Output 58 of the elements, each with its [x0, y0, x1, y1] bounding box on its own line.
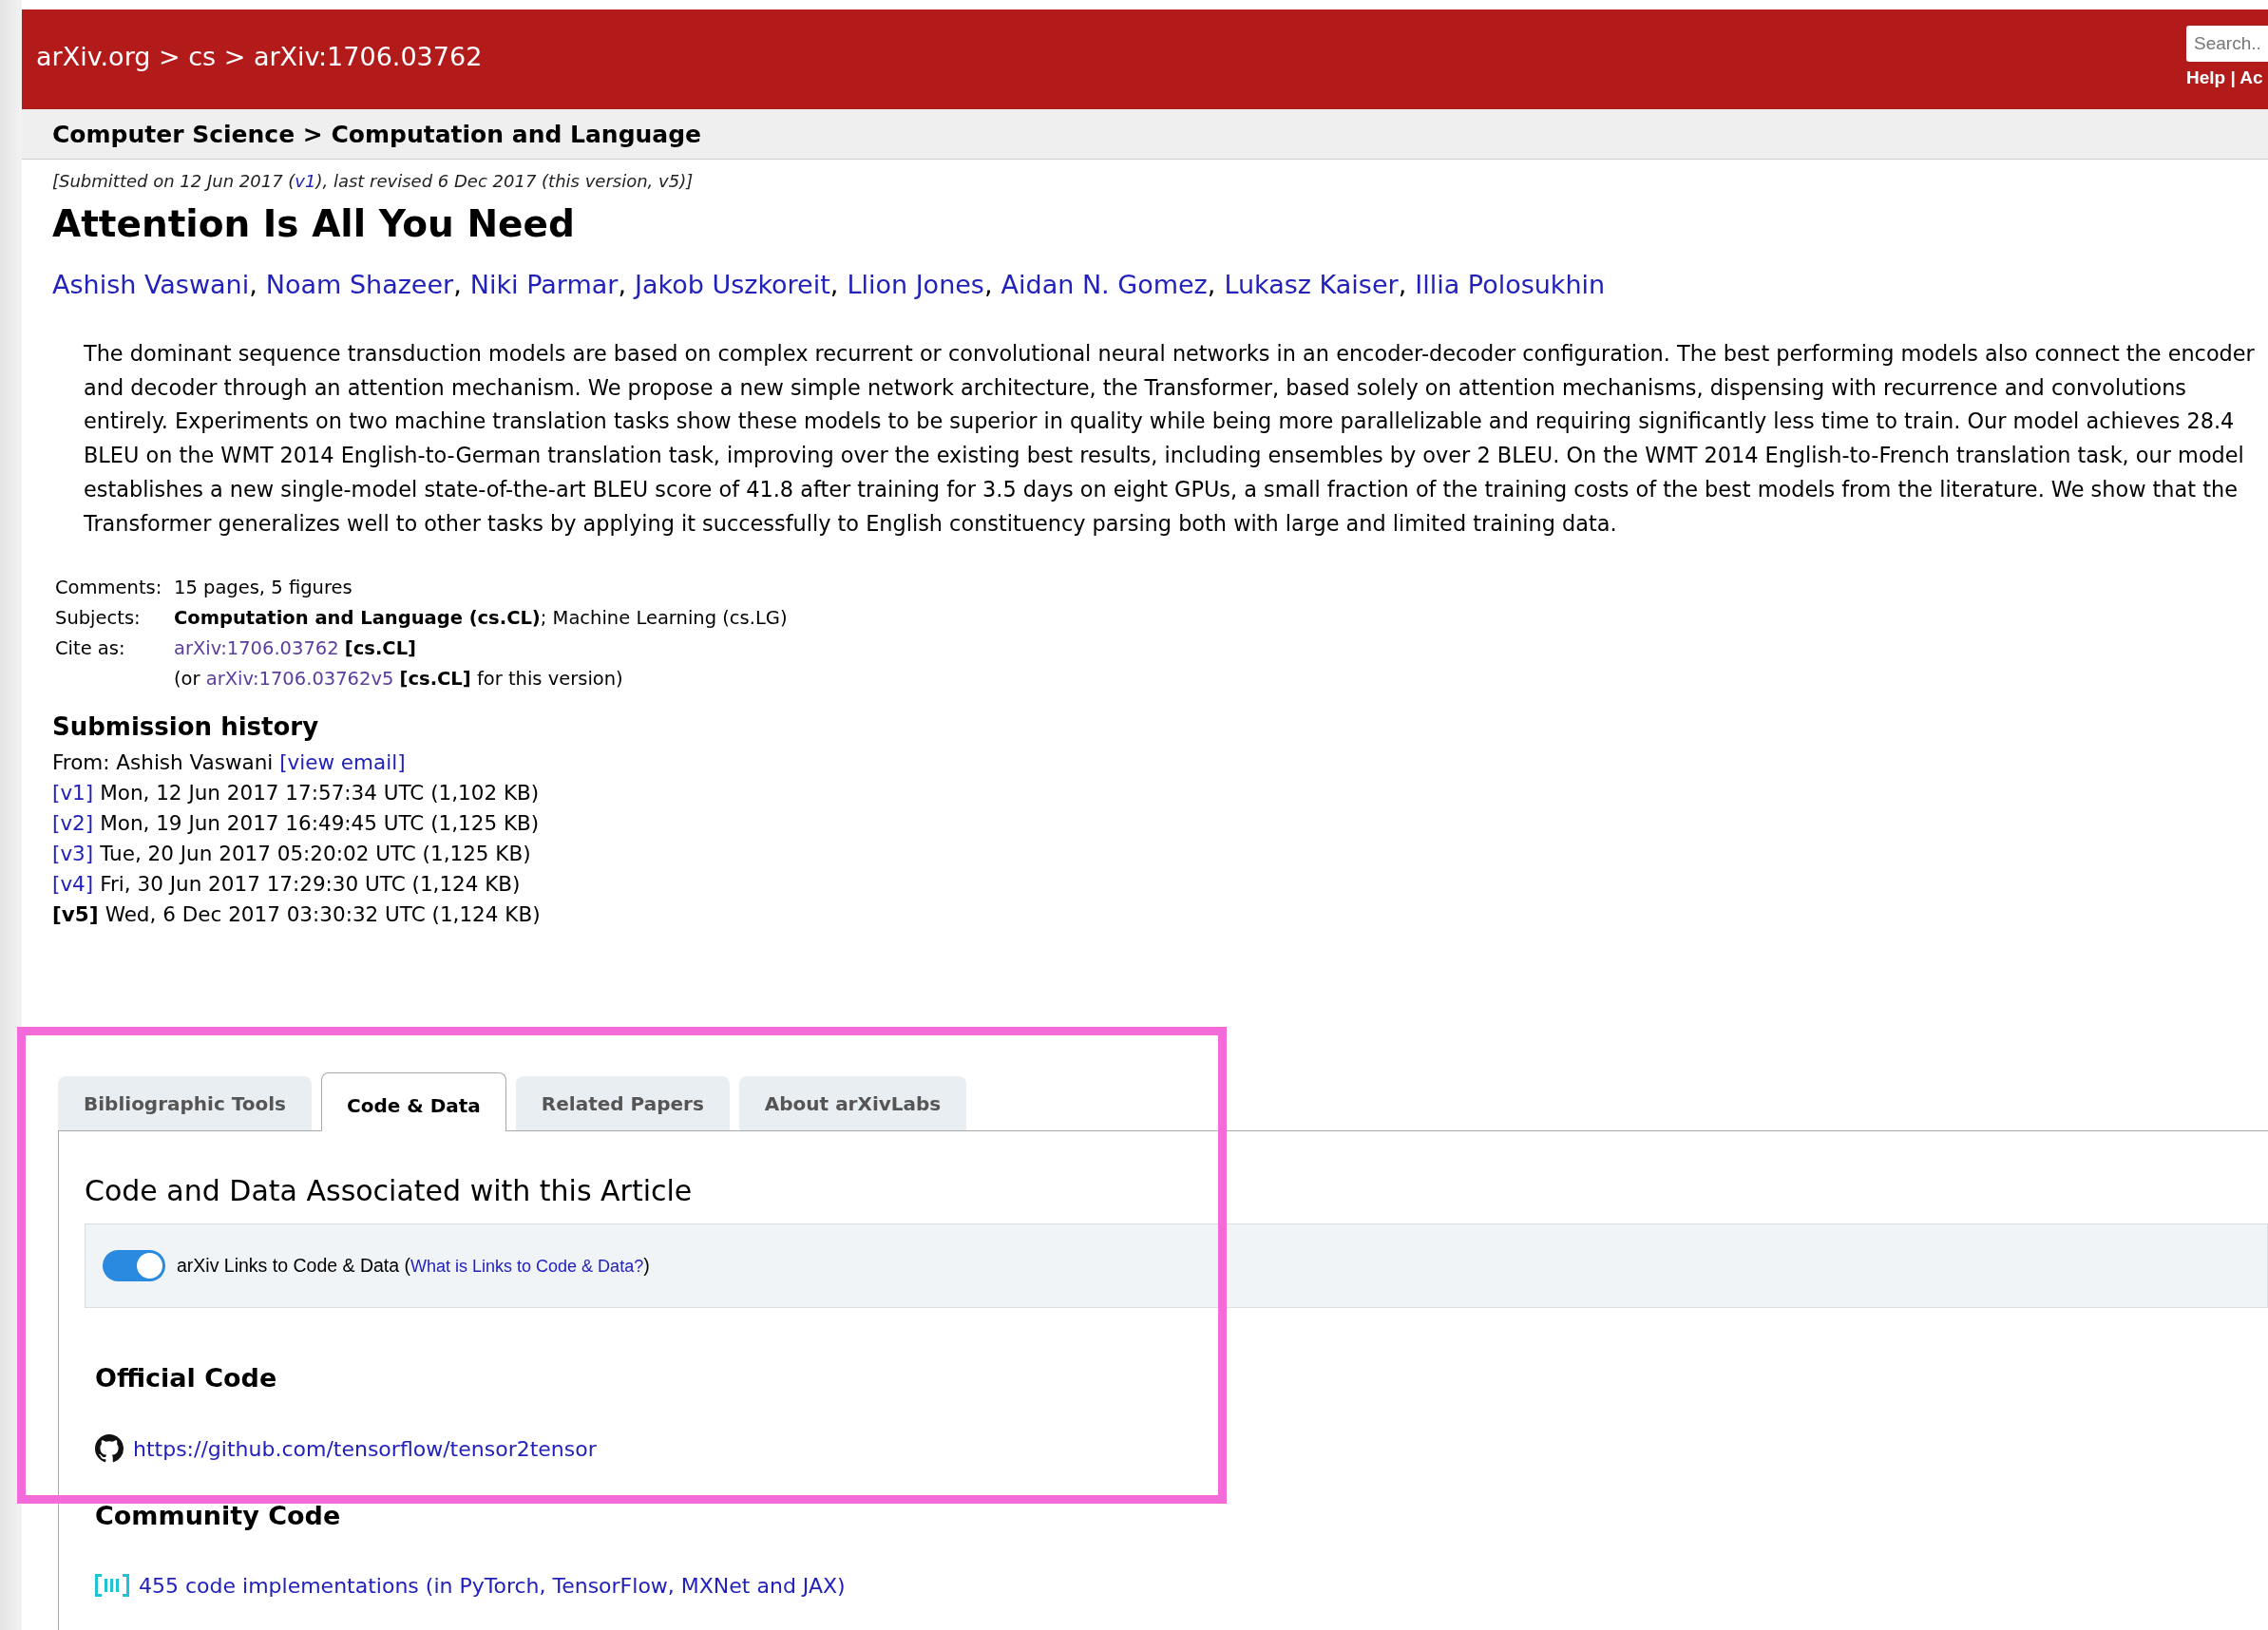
- header-links[interactable]: Help | Ac: [2186, 67, 2263, 88]
- author-link[interactable]: Lukasz Kaiser: [1224, 270, 1399, 299]
- field-label: Cite as:: [55, 636, 126, 662]
- toggle-label: arXiv Links to Code & Data (What is Links to Code & Data?): [177, 1255, 650, 1278]
- abstract: The dominant sequence transduction models are based on complex recurrent or convolutional neural networks in an encoder-decoder configuration. The best performing models also connect the encoder and decoder through an attention mechanism. We propose a new simple network architecture, the Transformer, based solely on attention mechanisms, dispensing with recurrence and convolutions entirely. Experiments on two machine translation tasks show these models to be superior in quality while being more parallelizable and requiring significantly less time to train. Our model achieves 28.4 BLEU on the WMT 2014 English-to-German translation task, improving over the existing best results, including ensembles by over 2 BLEU. On the WMT 2014 English-to-French translation task, our model establishes a new single-model state-of-the-art BLEU score of 41.8 after training for 3.5 days on eight GPUs, a small fraction of the training costs of the best models from the literature. We show that the Transformer generalizes well to other tasks by applying it successfully to English constituency parsing both with large and limited training data.: [84, 340, 2256, 538]
- panel-heading: Code and Data Associated with this Article: [85, 1174, 694, 1208]
- separator: ,: [1207, 270, 1216, 299]
- section-heading: Submission history: [52, 711, 320, 743]
- author-link[interactable]: Jakob Uszkoreit: [634, 270, 830, 299]
- arxiv-link[interactable]: arXiv:1706.03762v5: [205, 668, 394, 691]
- repository-link[interactable]: https://github.com/tensorflow/tensor2tensor: [133, 1436, 597, 1461]
- separator: ,: [453, 270, 462, 299]
- bars-icon: [95, 1572, 129, 1600]
- author-link[interactable]: Ashish Vaswani: [52, 270, 250, 299]
- version-date: Tue, 20 Jun 2017 05:20:02 UTC (1,125 KB): [100, 841, 531, 868]
- version-date: Fri, 30 Jun 2017 17:29:30 UTC (1,124 KB): [100, 871, 521, 899]
- author-link[interactable]: Niki Parmar: [469, 270, 619, 299]
- breadcrumb[interactable]: arXiv.org > cs > arXiv:1706.03762: [36, 42, 483, 71]
- author-link[interactable]: Illia Polosukhin: [1415, 270, 1606, 299]
- toggle-switch[interactable]: [103, 1250, 165, 1282]
- field-value: 15 pages, 5 figures: [174, 576, 353, 601]
- github-cat-icon: [95, 1434, 124, 1464]
- section-heading: Official Code: [95, 1363, 278, 1393]
- implementations-link[interactable]: 455 code implementations (in PyTorch, TensorFlow, MXNet and JAX): [139, 1573, 846, 1598]
- author-link[interactable]: Llion Jones: [847, 270, 984, 299]
- version-link[interactable]: [v3]: [52, 839, 94, 870]
- submission-date: [Submitted on 12 Jun 2017 (v1), last revised 6 Dec 2017 (this version, v5)]: [52, 171, 695, 191]
- field-value: Computation and Language (cs.CL); Machine Learning (cs.LG): [174, 606, 788, 632]
- tab[interactable]: About arXivLabs: [738, 1076, 967, 1131]
- tab[interactable]: Code & Data: [321, 1072, 506, 1132]
- separator: ,: [249, 270, 257, 299]
- tab[interactable]: Related Papers: [515, 1076, 730, 1131]
- separator: ,: [1398, 270, 1407, 299]
- separator: ,: [618, 270, 626, 299]
- separator: ,: [983, 270, 993, 299]
- version-label: [v5]: [52, 901, 99, 929]
- section-heading: Community Code: [95, 1501, 342, 1531]
- version-link[interactable]: [v1]: [52, 778, 94, 809]
- email-link[interactable]: [view email]: [279, 750, 406, 775]
- separator: ,: [829, 270, 839, 299]
- search-field[interactable]: Search..: [2186, 26, 2268, 62]
- version-date: Mon, 12 Jun 2017 17:57:34 UTC (1,102 KB): [100, 780, 540, 807]
- field-label: Comments:: [55, 576, 163, 601]
- tab[interactable]: Bibliographic Tools: [58, 1076, 312, 1131]
- author-link[interactable]: Aidan N. Gomez: [1001, 270, 1208, 299]
- version-link[interactable]: [v4]: [52, 869, 94, 900]
- category-breadcrumb: Computer Science > Computation and Language: [22, 109, 2268, 160]
- arxiv-link[interactable]: arXiv:1706.03762: [174, 637, 339, 660]
- field-label: Subjects:: [55, 606, 142, 632]
- help-link[interactable]: What is Links to Code & Data?: [410, 1257, 644, 1277]
- version-date: Wed, 6 Dec 2017 03:30:32 UTC (1,124 KB): [105, 901, 541, 929]
- submitter: From: Ashish Vaswani [view email]: [52, 749, 407, 777]
- citation: arXiv:1706.03762 [cs.CL]: [174, 636, 416, 662]
- citation: (or arXiv:1706.03762v5 [cs.CL] for this version): [174, 667, 623, 692]
- paper-title: Attention Is All You Need: [52, 202, 576, 245]
- version-link[interactable]: [v2]: [52, 808, 94, 840]
- version-date: Mon, 19 Jun 2017 16:49:45 UTC (1,125 KB): [100, 810, 540, 838]
- author-link[interactable]: Noam Shazeer: [265, 270, 454, 299]
